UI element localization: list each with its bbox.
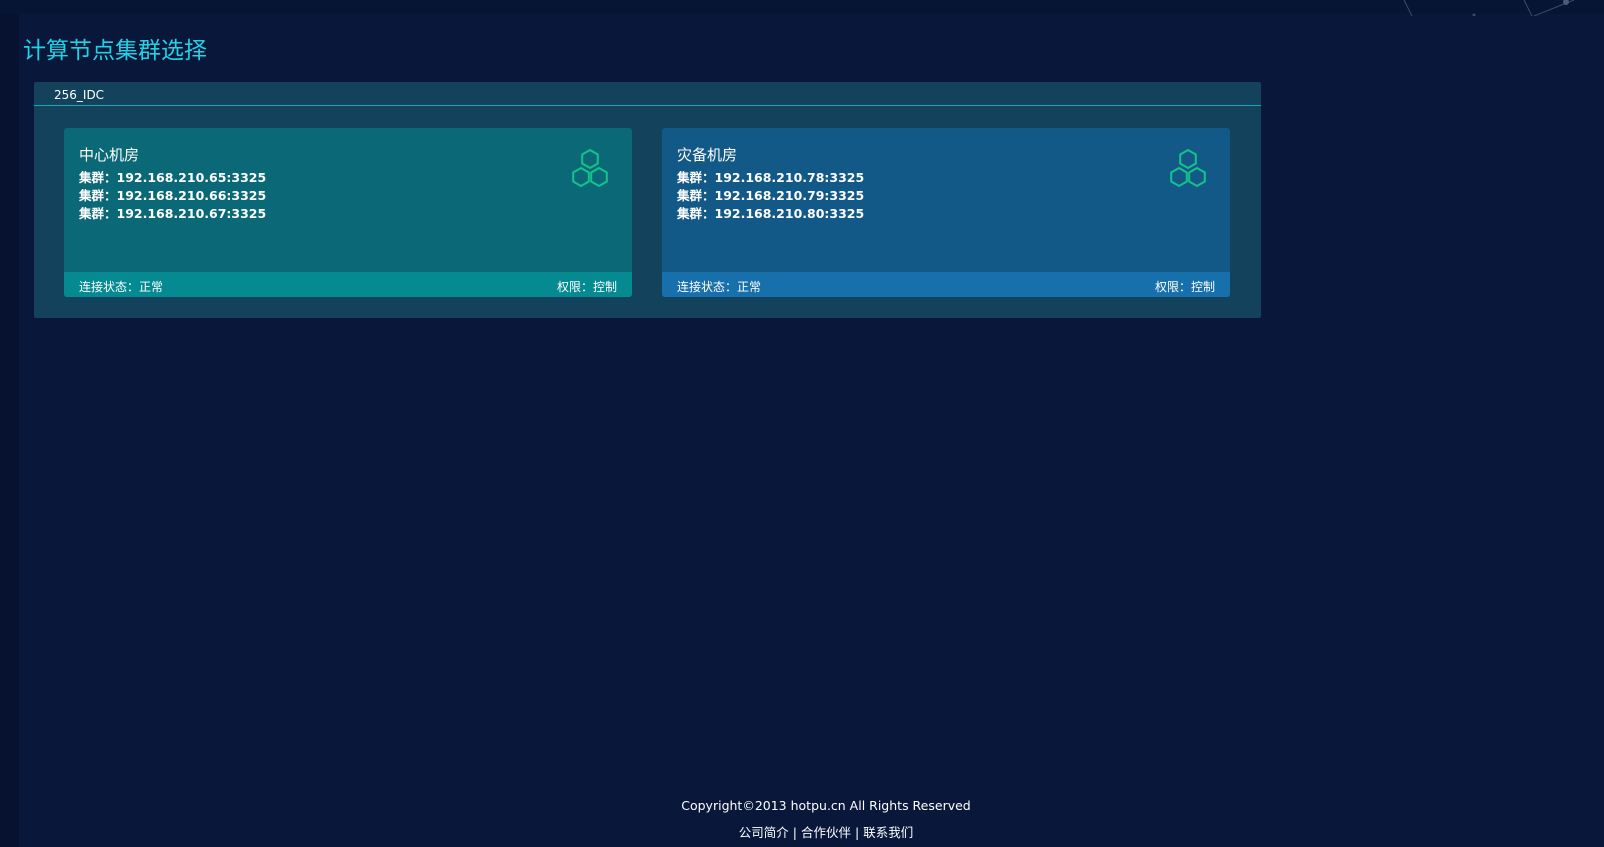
group-name: 256_IDC [54,88,105,102]
card-footer: 连接状态：正常 权限：控制 [64,272,632,297]
footer-separator: | [792,825,797,840]
card-title: 灾备机房 [677,146,738,164]
copyright-text: Copyright©2013 hotpu.cn All Rights Reser… [681,798,971,813]
cluster-card-backup[interactable]: 灾备机房 集群：192.168.210.78:3325 集群：192.168.2… [662,128,1230,297]
cluster-address: 集群：192.168.210.80:3325 [677,206,865,221]
page-footer: Copyright©2013 hotpu.cn All Rights Reser… [0,797,1604,842]
permission-label: 权限：控制 [556,280,617,294]
footer-link-contact[interactable]: 联系我们 [863,825,913,840]
cluster-list: 集群：192.168.210.78:3325 集群：192.168.210.79… [677,169,864,223]
cluster-list: 集群：192.168.210.65:3325 集群：192.168.210.66… [79,169,266,223]
cluster-address: 集群：192.168.210.79:3325 [677,188,865,203]
footer-link-about[interactable]: 公司简介 [739,825,789,840]
footer-links: 公司简介 | 合作伙伴 | 联系我们 [48,824,1604,842]
cluster-card-center[interactable]: 中心机房 集群：192.168.210.65:3325 集群：192.168.2… [64,128,632,297]
network-lines-decoration [1403,0,1575,16]
left-edge-strip [0,0,19,847]
footer-separator: | [855,825,860,840]
cluster-address: 集群：192.168.210.67:3325 [79,206,267,221]
footer-link-partners[interactable]: 合作伙伴 [801,825,851,840]
cluster-address: 集群：192.168.210.65:3325 [79,170,267,185]
cluster-group-panel: 256_IDC 中心机房 集群：192.168.210.65:3325 集群：1… [34,82,1261,318]
hexagon-cluster-icon [1170,148,1206,188]
card-footer: 连接状态：正常 权限：控制 [662,272,1230,297]
connection-status: 连接状态：正常 [677,280,762,294]
cluster-address: 集群：192.168.210.78:3325 [677,170,865,185]
hexagon-cluster-icon [572,148,608,188]
group-header: 256_IDC [34,82,1261,106]
page-title: 计算节点集群选择 [23,38,207,64]
connection-status: 连接状态：正常 [79,280,164,294]
cluster-address: 集群：192.168.210.66:3325 [79,188,267,203]
permission-label: 权限：控制 [1154,280,1215,294]
card-title: 中心机房 [79,146,140,164]
